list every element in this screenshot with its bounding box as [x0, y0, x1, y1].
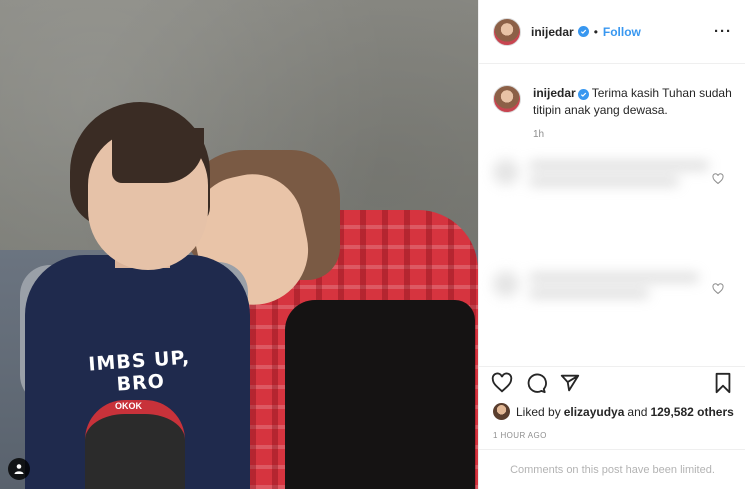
comments-section: inijedar Terima kasih Tuhan sudah titipin… [479, 65, 745, 365]
bookmark-icon[interactable] [712, 372, 734, 394]
person-icon [14, 464, 24, 474]
shirt-graphic: OKOK [85, 400, 185, 489]
caption-username[interactable]: inijedar [533, 86, 576, 100]
liker-avatar[interactable] [493, 403, 510, 420]
share-icon[interactable] [559, 372, 581, 394]
hidden-comment-line [529, 289, 649, 298]
post-timestamp[interactable]: 1 HOUR AGO [493, 431, 547, 440]
post-actions-bar [479, 366, 745, 398]
woman-black-top [285, 300, 475, 489]
hidden-comment [493, 265, 718, 323]
more-options-icon[interactable]: ··· [714, 24, 732, 39]
caption-body: inijedar Terima kasih Tuhan sudah titipin… [533, 85, 732, 143]
likes-joiner: and [627, 404, 648, 419]
caption-avatar[interactable] [493, 85, 521, 113]
hidden-comment-line [529, 161, 709, 170]
liked-by-label: Liked by [516, 404, 561, 419]
instagram-post: IMBS UP, BRO OKOK inijedar • Follow ··· [0, 0, 745, 489]
verified-badge-icon [577, 26, 589, 37]
likes-count[interactable]: 129,582 others [650, 405, 733, 419]
follow-button[interactable]: Follow [603, 25, 641, 39]
post-side-panel: inijedar • Follow ··· inijedar Terima kas… [478, 0, 745, 489]
comments-limited-notice: Comments on this post have been limited. [479, 449, 745, 489]
heart-icon[interactable] [491, 372, 513, 394]
shirt-print-text: IMBS UP, BRO [87, 346, 191, 396]
hidden-comment [493, 153, 718, 211]
author-avatar[interactable] [493, 17, 521, 46]
comment-bubble-icon[interactable] [525, 372, 547, 394]
hidden-comment-line [529, 177, 679, 186]
author-username[interactable]: inijedar [531, 25, 574, 39]
post-photo[interactable]: IMBS UP, BRO OKOK [0, 0, 478, 489]
separator-dot: • [593, 24, 598, 39]
post-header: inijedar • Follow ··· [479, 0, 745, 64]
shirt-badge-text: OKOK [115, 401, 142, 411]
liker-username[interactable]: elizayudya [564, 405, 625, 419]
hidden-comment-avatar [493, 159, 519, 185]
verified-badge-icon [577, 89, 589, 100]
hidden-comment-line [529, 273, 699, 282]
likes-summary: Liked by elizayudya and 129,582 others [493, 403, 737, 420]
user-tag-icon[interactable] [8, 458, 30, 480]
comment-like-heart-icon[interactable] [712, 283, 724, 295]
caption-comment: inijedar Terima kasih Tuhan sudah titipin… [479, 65, 745, 143]
comment-like-heart-icon[interactable] [712, 173, 724, 185]
hidden-comment-avatar [493, 271, 519, 297]
caption-time[interactable]: 1h [533, 126, 732, 143]
